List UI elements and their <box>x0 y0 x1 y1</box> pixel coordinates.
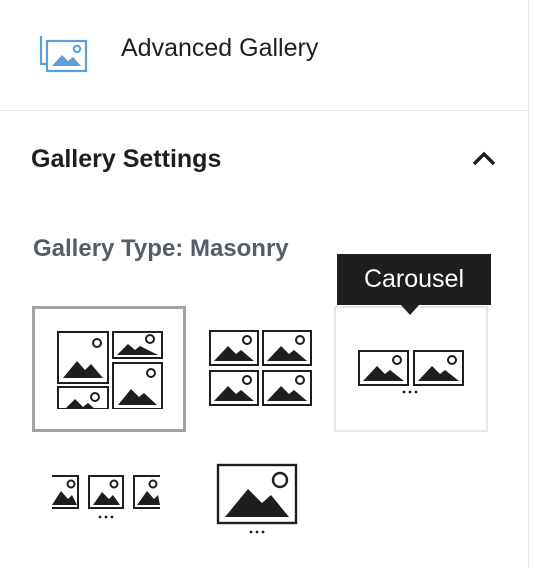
single-image-layout-icon <box>216 463 298 534</box>
gallery-settings-panel-toggle[interactable]: Gallery Settings <box>0 112 528 202</box>
gallery-icon <box>39 36 88 73</box>
gallery-type-label: Gallery Type: Masonry <box>33 235 289 262</box>
gallery-type-grid-button[interactable] <box>198 310 324 424</box>
carousel-tooltip: Carousel <box>337 254 491 305</box>
grid-layout-icon <box>209 330 312 406</box>
masonry-layout-icon <box>57 331 163 409</box>
tooltip-arrow <box>401 305 419 315</box>
slider-layout-icon <box>52 475 160 519</box>
gallery-type-single-button[interactable] <box>205 458 309 538</box>
chevron-up-icon <box>472 151 496 166</box>
sidebar-border <box>528 0 529 568</box>
panel-title: Gallery Settings <box>31 145 222 173</box>
carousel-layout-icon <box>358 350 464 394</box>
block-card: Advanced Gallery <box>0 0 528 111</box>
gallery-type-masonry-button[interactable] <box>32 306 186 432</box>
gallery-type-slider-button[interactable] <box>38 460 174 532</box>
block-title: Advanced Gallery <box>121 34 319 62</box>
gallery-type-carousel-button[interactable] <box>334 306 488 432</box>
